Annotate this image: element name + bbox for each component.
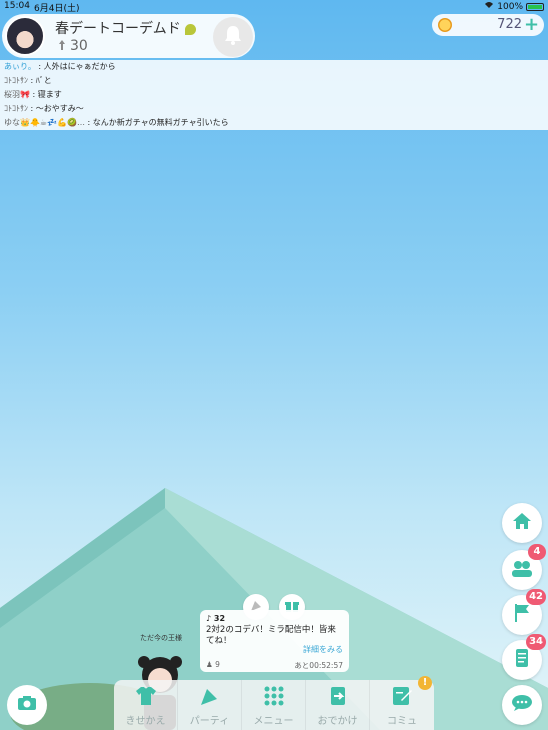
chat-button[interactable] bbox=[502, 685, 542, 725]
chat-line: 桜羽🎀 : 寝ます bbox=[4, 90, 62, 99]
npc-label: ただ今の王様 bbox=[140, 634, 182, 642]
battery-percent: 100% bbox=[497, 1, 523, 12]
chat-message: ﾊﾞと bbox=[35, 76, 52, 85]
nav-label: きせかえ bbox=[125, 716, 166, 727]
status-date: 6月4日(土) bbox=[34, 4, 80, 14]
status-time: 15:04 bbox=[4, 1, 30, 11]
home-button[interactable] bbox=[502, 503, 542, 543]
nav-menu[interactable]: メニュー bbox=[242, 680, 306, 730]
community-alert-badge: ! bbox=[418, 676, 432, 690]
camera-button[interactable] bbox=[7, 685, 47, 725]
avatar[interactable] bbox=[5, 16, 45, 56]
chat-message: なんか新ガチャの無料ガチャ引いたら bbox=[92, 118, 229, 127]
status-bar: 15:04 6月4日(土) 100% bbox=[0, 0, 548, 14]
people-icon: ♟ bbox=[206, 660, 213, 669]
nav-label: メニュー bbox=[253, 716, 294, 727]
chat-bubble-icon bbox=[511, 694, 533, 716]
notepad-icon bbox=[391, 686, 413, 710]
add-coin-button[interactable]: + bbox=[524, 14, 539, 35]
scroll-icon bbox=[514, 648, 530, 672]
event-count: 32 bbox=[213, 614, 226, 623]
event-detail-link[interactable]: 詳細をみる bbox=[303, 644, 343, 655]
flag-icon bbox=[513, 603, 531, 627]
friends-icon bbox=[511, 559, 533, 581]
chat-user: ｺﾄｺﾄｻﾝ bbox=[4, 104, 28, 113]
nav-outing[interactable]: おでかけ bbox=[306, 680, 370, 730]
home-icon bbox=[512, 512, 532, 534]
chat-line: あぃり。 : 人外はにゃぁだから bbox=[4, 62, 116, 71]
chat-log[interactable]: あぃり。 : 人外はにゃぁだから ｺﾄｺﾄｻﾝ : ﾊﾞと 桜羽🎀 : 寝ます … bbox=[0, 60, 548, 130]
chat-line: ｺﾄｺﾄｻﾝ : 〜おやすみ〜 bbox=[4, 104, 84, 113]
nav-label: おでかけ bbox=[317, 716, 358, 727]
notification-bell-button[interactable] bbox=[213, 17, 253, 57]
camera-icon bbox=[17, 695, 37, 715]
friends-badge: 4 bbox=[528, 544, 546, 560]
coin-amount: 722 bbox=[497, 17, 522, 32]
chat-user: あぃり。 bbox=[4, 62, 36, 71]
chat-message: 寝ます bbox=[37, 90, 62, 99]
shirt-icon bbox=[134, 686, 158, 710]
news-badge: 34 bbox=[526, 634, 546, 650]
chat-message: 〜おやすみ〜 bbox=[35, 104, 84, 113]
event-footer: ♟ 9 あと00:52:57 bbox=[206, 660, 343, 670]
chat-user: ｺﾄｺﾄｻﾝ bbox=[4, 76, 28, 85]
profile-name: 春デートコーデムド bbox=[55, 18, 197, 38]
chat-line: ｺﾄｺﾄｻﾝ : ﾊﾞと bbox=[4, 76, 52, 85]
nav-party[interactable]: パーティ bbox=[178, 680, 242, 730]
bottom-nav: きせかえ パーティ メニュー おでかけ コミュ ! bbox=[114, 676, 434, 730]
chat-user: 桜羽🎀 bbox=[4, 90, 30, 99]
chat-user: ゆな👑🐥☕💤💪🥝… bbox=[4, 118, 85, 127]
grid-icon bbox=[263, 686, 285, 710]
events-button[interactable]: 42 bbox=[502, 589, 546, 635]
battery-icon bbox=[526, 2, 544, 11]
events-badge: 42 bbox=[526, 589, 546, 605]
door-exit-icon bbox=[326, 686, 350, 710]
event-count-row: ♪ 32 bbox=[206, 614, 343, 623]
chat-line: ゆな👑🐥☕💤💪🥝… : なんか新ガチャの無料ガチャ引いたら bbox=[4, 118, 229, 127]
bell-icon bbox=[224, 25, 242, 49]
news-button[interactable]: 34 bbox=[502, 634, 546, 680]
profile-name-text: 春デートコーデムド bbox=[55, 21, 181, 37]
event-participants: 9 bbox=[215, 660, 220, 669]
status-right: 100% bbox=[484, 1, 544, 12]
nav-community[interactable]: コミュ ! bbox=[370, 676, 434, 730]
music-note-icon: ♪ bbox=[206, 614, 212, 623]
chat-message: 人外はにゃぁだから bbox=[43, 62, 116, 71]
nav-dressup[interactable]: きせかえ bbox=[114, 680, 178, 730]
leaf-icon bbox=[185, 23, 197, 35]
event-card[interactable]: ♪ 32 2対2のコデバ！ミラ配信中！皆来てね！ 詳細をみる ♟ 9 あと00:… bbox=[200, 610, 349, 672]
nav-label: パーティ bbox=[189, 716, 230, 727]
currency-pill: 722 + bbox=[432, 14, 544, 36]
level-value: 30 bbox=[70, 38, 88, 54]
friends-button[interactable]: 4 bbox=[502, 544, 546, 590]
event-time-left: あと00:52:57 bbox=[294, 661, 343, 670]
nav-label: コミュ bbox=[387, 716, 417, 727]
level-icon bbox=[57, 40, 67, 53]
party-popper-icon bbox=[198, 686, 222, 710]
wifi-icon bbox=[484, 1, 494, 12]
